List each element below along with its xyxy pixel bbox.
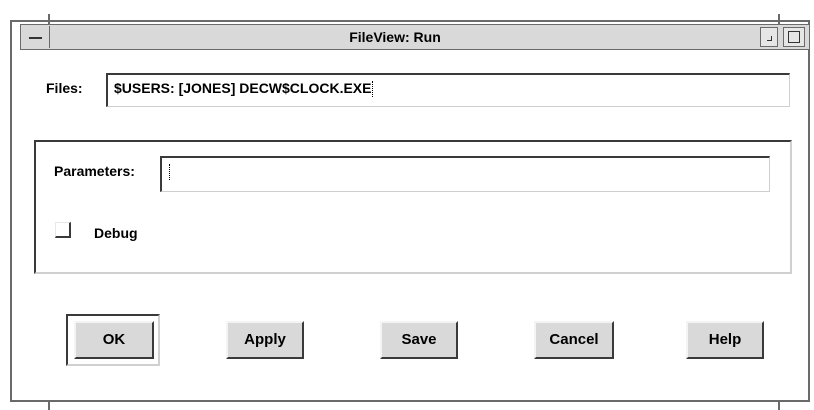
minimize-icon: [767, 36, 772, 41]
window-title: FileView: Run: [349, 29, 441, 45]
window-menu-button[interactable]: [22, 26, 50, 48]
cancel-button[interactable]: Cancel: [534, 321, 614, 359]
text-cursor: [372, 81, 375, 98]
frame-corner-bottom-right: [778, 400, 780, 410]
files-label: Files:: [46, 80, 83, 96]
ok-button[interactable]: OK: [74, 321, 154, 359]
debug-checkbox[interactable]: [55, 222, 71, 238]
files-input-value: $USERS: [JONES] DECW$CLOCK.EXE: [114, 80, 372, 96]
text-cursor: [169, 164, 172, 181]
parameters-input[interactable]: [160, 156, 770, 192]
help-button[interactable]: Help: [686, 321, 764, 359]
maximize-icon: [788, 31, 800, 43]
save-button[interactable]: Save: [380, 321, 458, 359]
debug-label[interactable]: Debug: [94, 225, 138, 241]
frame-corner-bottom-left: [48, 400, 50, 410]
minimize-button[interactable]: [760, 27, 778, 47]
window-menu-icon: [29, 37, 42, 39]
files-input[interactable]: $USERS: [JONES] DECW$CLOCK.EXE: [106, 73, 790, 107]
parameters-label: Parameters:: [54, 163, 135, 179]
frame-corner-top-left: [48, 14, 50, 24]
frame-corner-top-right: [778, 14, 780, 24]
maximize-button[interactable]: [783, 27, 805, 47]
apply-button[interactable]: Apply: [226, 321, 304, 359]
